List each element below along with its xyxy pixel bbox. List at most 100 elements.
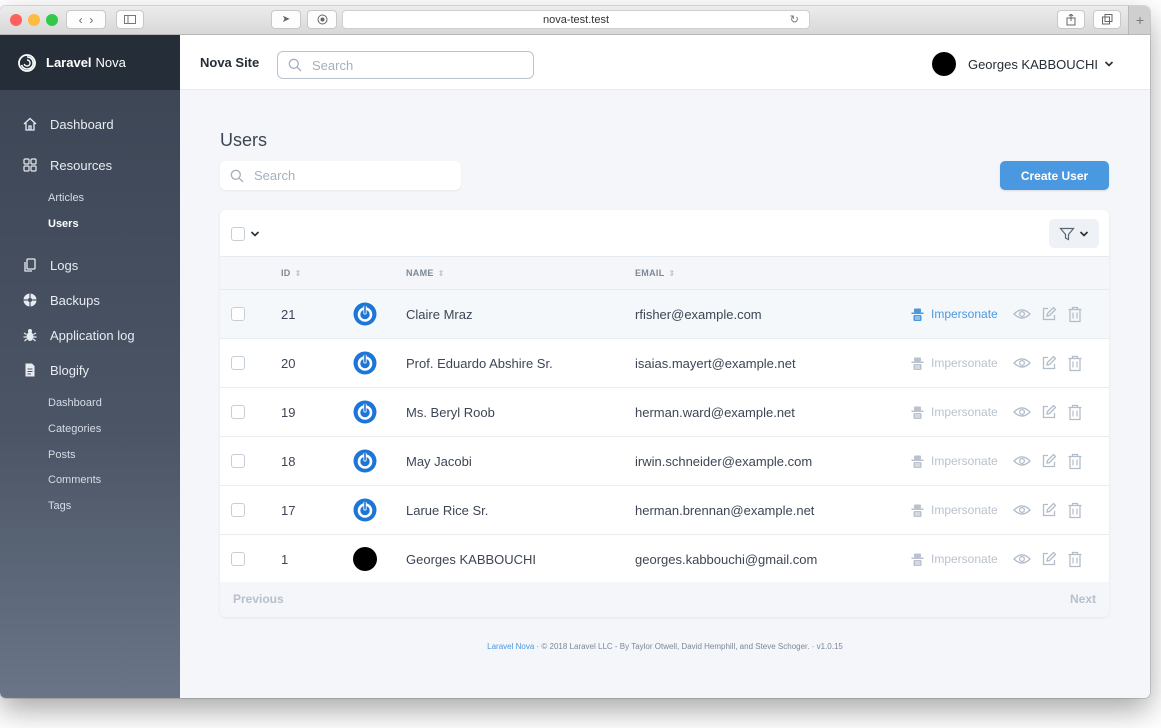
- delete-icon[interactable]: [1067, 453, 1083, 470]
- table-row[interactable]: 18 May Jacobi irwin.schneider@example.co…: [220, 437, 1109, 486]
- impersonate-button[interactable]: Impersonate: [911, 356, 998, 370]
- resource-search-placeholder: Search: [254, 168, 296, 183]
- sidebar-subitem-articles[interactable]: Articles: [48, 192, 84, 204]
- brand-name-rest: Nova: [95, 55, 126, 70]
- share-button[interactable]: [1057, 10, 1085, 29]
- home-icon: [22, 116, 38, 132]
- view-icon[interactable]: [1013, 552, 1031, 566]
- impersonate-button[interactable]: Impersonate: [911, 307, 998, 321]
- delete-icon[interactable]: [1067, 404, 1083, 421]
- user-menu[interactable]: Georges KABBOUCHI: [931, 52, 1114, 76]
- page-footer: Laravel Nova · © 2018 Laravel LLC - By T…: [180, 642, 1150, 651]
- table-row[interactable]: 21 Claire Mraz rfisher@example.com Imper…: [220, 290, 1109, 339]
- create-user-button[interactable]: Create User: [1000, 161, 1109, 190]
- view-icon[interactable]: [1013, 454, 1031, 468]
- power-avatar-icon: [353, 449, 377, 473]
- sidebar-item-application-log[interactable]: Application log: [0, 323, 180, 347]
- user-name: Georges KABBOUCHI: [967, 56, 1098, 72]
- resource-search-input[interactable]: Search: [220, 161, 461, 190]
- column-header-name[interactable]: NAME ⇕: [406, 268, 445, 278]
- row-checkbox[interactable]: [231, 454, 245, 468]
- sidebar-subitem-blogify-dashboard[interactable]: Dashboard: [48, 397, 102, 409]
- row-checkbox[interactable]: [231, 356, 245, 370]
- forward-icon[interactable]: ›: [89, 13, 93, 27]
- back-icon[interactable]: ‹: [79, 13, 83, 27]
- impersonate-button[interactable]: Impersonate: [911, 552, 998, 566]
- next-page-button[interactable]: Next: [1070, 592, 1096, 606]
- row-checkbox[interactable]: [231, 405, 245, 419]
- select-all-dropdown[interactable]: [231, 227, 260, 241]
- cell-email: herman.brennan@example.net: [635, 502, 815, 518]
- edit-icon[interactable]: [1041, 502, 1057, 518]
- sidebar-subitem-tags[interactable]: Tags: [48, 500, 71, 512]
- sidebar-subitem-posts[interactable]: Posts: [48, 449, 76, 461]
- cell-id: 18: [281, 453, 296, 469]
- spy-icon: [911, 553, 924, 566]
- global-search-input[interactable]: Search: [277, 51, 534, 79]
- table-row[interactable]: 17 Larue Rice Sr. herman.brennan@example…: [220, 486, 1109, 535]
- sidebar-subitem-comments[interactable]: Comments: [48, 474, 101, 486]
- edit-icon[interactable]: [1041, 355, 1057, 371]
- spy-icon: [911, 308, 924, 321]
- zoom-window-button[interactable]: [46, 14, 58, 26]
- row-checkbox[interactable]: [231, 503, 245, 517]
- sidebar-item-backups[interactable]: Backups: [0, 288, 180, 312]
- impersonate-button[interactable]: Impersonate: [911, 405, 998, 419]
- close-window-button[interactable]: [10, 14, 22, 26]
- sidebar-item-logs[interactable]: Logs: [0, 253, 180, 277]
- delete-icon[interactable]: [1067, 355, 1083, 372]
- edit-icon[interactable]: [1041, 306, 1057, 322]
- sidebar-item-blogify[interactable]: Blogify: [0, 358, 180, 382]
- back-forward-buttons[interactable]: ‹ ›: [66, 10, 106, 29]
- table-row[interactable]: 20 Prof. Eduardo Abshire Sr. isaias.maye…: [220, 339, 1109, 388]
- sidebar-item-dashboard[interactable]: Dashboard: [0, 112, 180, 136]
- footer-link[interactable]: Laravel Nova: [487, 642, 534, 651]
- sidebar-subitem-categories[interactable]: Categories: [48, 423, 101, 435]
- row-checkbox[interactable]: [231, 552, 245, 566]
- sidebar-item-resources[interactable]: Resources: [0, 153, 180, 177]
- edit-icon[interactable]: [1041, 453, 1057, 469]
- table-row[interactable]: 1 Georges KABBOUCHI georges.kabbouchi@gm…: [220, 535, 1109, 584]
- impersonate-button[interactable]: Impersonate: [911, 454, 998, 468]
- chevron-down-icon: [250, 231, 260, 237]
- sidebar-subitem-users[interactable]: Users: [48, 218, 79, 230]
- previous-page-button[interactable]: Previous: [233, 592, 284, 606]
- document-icon: [22, 362, 38, 378]
- delete-icon[interactable]: [1067, 551, 1083, 568]
- column-header-id[interactable]: ID ⇕: [281, 268, 302, 278]
- extension-button[interactable]: ➤: [271, 10, 301, 29]
- table-row[interactable]: 19 Ms. Beryl Roob herman.ward@example.ne…: [220, 388, 1109, 437]
- delete-icon[interactable]: [1067, 306, 1083, 323]
- privacy-button[interactable]: [307, 10, 337, 29]
- table-toolbar: [220, 210, 1109, 257]
- view-icon[interactable]: [1013, 405, 1031, 419]
- edit-icon[interactable]: [1041, 404, 1057, 420]
- impersonate-button[interactable]: Impersonate: [911, 503, 998, 517]
- filter-button[interactable]: [1049, 219, 1099, 248]
- view-icon[interactable]: [1013, 356, 1031, 370]
- brand[interactable]: Laravel Nova: [0, 35, 180, 90]
- tabs-overview-button[interactable]: [1093, 10, 1121, 29]
- select-all-checkbox[interactable]: [231, 227, 245, 241]
- delete-icon[interactable]: [1067, 502, 1083, 519]
- copy-icon: [22, 257, 38, 273]
- reload-icon[interactable]: ↻: [790, 13, 799, 26]
- cell-name: Claire Mraz: [406, 306, 473, 322]
- site-name[interactable]: Nova Site: [200, 55, 259, 70]
- user-avatar: [353, 547, 377, 571]
- edit-icon[interactable]: [1041, 551, 1057, 567]
- sidebar: Laravel Nova Dashboard Resources Article…: [0, 35, 180, 698]
- cell-name: Larue Rice Sr.: [406, 502, 489, 518]
- column-header-email[interactable]: EMAIL ⇕: [635, 268, 676, 278]
- chevron-down-icon: [1079, 230, 1089, 237]
- minimize-window-button[interactable]: [28, 14, 40, 26]
- sidebar-item-label: Logs: [50, 257, 79, 273]
- bug-icon: [22, 327, 38, 343]
- address-bar[interactable]: nova-test.test ↻: [342, 10, 810, 29]
- row-checkbox[interactable]: [231, 307, 245, 321]
- sidebar-toggle-button[interactable]: [116, 10, 144, 29]
- new-tab-button[interactable]: +: [1128, 6, 1150, 34]
- view-icon[interactable]: [1013, 307, 1031, 321]
- column-header-label: NAME: [406, 268, 434, 278]
- view-icon[interactable]: [1013, 503, 1031, 517]
